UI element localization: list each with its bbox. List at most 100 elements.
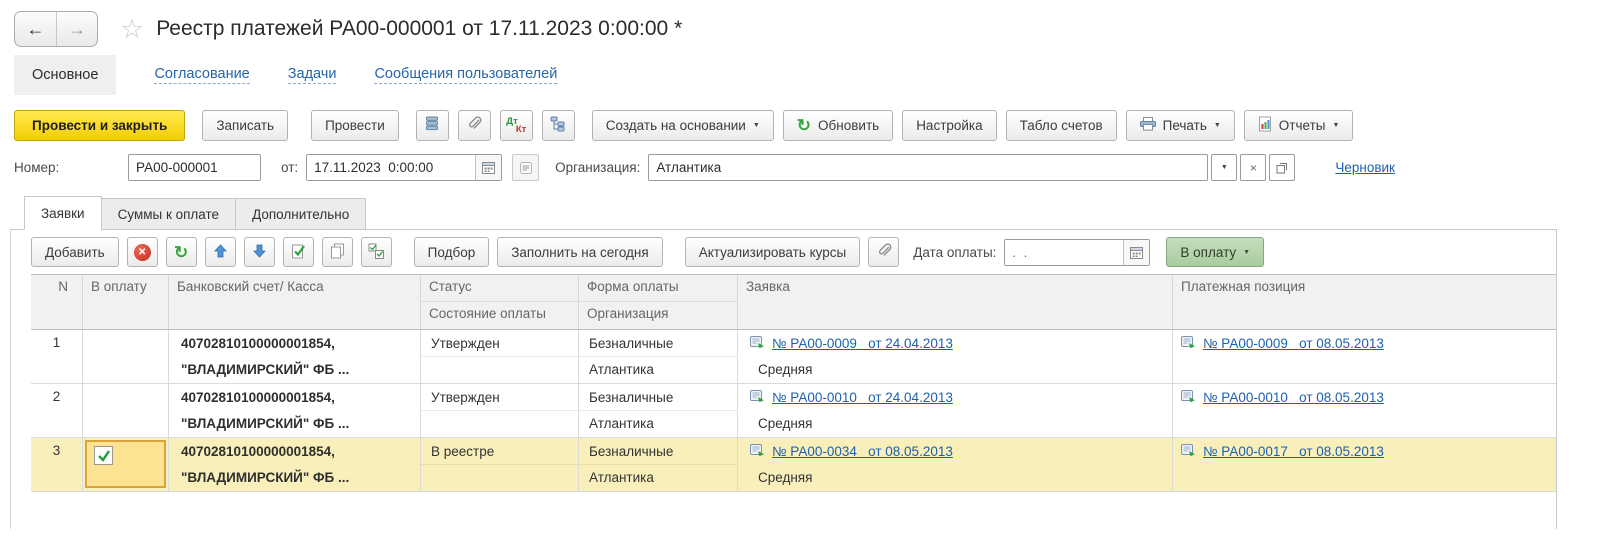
refresh-icon: ↻ [797, 117, 811, 134]
register-records-button[interactable] [416, 110, 449, 141]
request-link[interactable]: № РА00-0034 от 08.05.2013 [772, 444, 953, 459]
col-header-payment-state[interactable]: Состояние оплаты [421, 302, 579, 329]
add-button[interactable]: Добавить [31, 237, 119, 267]
back-icon[interactable]: ← [15, 12, 56, 46]
delete-icon: ✕ [134, 244, 151, 261]
move-up-button[interactable] [205, 237, 236, 267]
refresh-rows-button[interactable]: ↻ [166, 237, 197, 267]
organization-open-button[interactable] [1269, 154, 1295, 181]
table-row-selected[interactable]: 3 40702810100000001854, "ВЛАДИМИРСКИЙ" Ф… [31, 438, 1556, 492]
update-rates-button[interactable]: Актуализировать курсы [685, 237, 861, 267]
move-down-button[interactable] [244, 237, 275, 267]
draft-status-link[interactable]: Черновик [1335, 160, 1395, 175]
delete-rows-button[interactable]: ✕ [127, 237, 158, 267]
document-check-icon [291, 243, 306, 262]
tab-approval[interactable]: Согласование [154, 66, 249, 84]
attachments-button[interactable] [458, 110, 491, 141]
register-stack-icon [425, 116, 439, 135]
to-payment-cell[interactable] [83, 384, 169, 437]
tab-main[interactable]: Основное [14, 55, 116, 95]
organization-label: Организация: [555, 160, 640, 175]
to-payment-label: В оплату [1180, 245, 1236, 260]
fill-today-button[interactable]: Заполнить на сегодня [497, 237, 662, 267]
organization-field [648, 154, 1208, 181]
titlebar: ← → ☆ Реестр платежей РА00-000001 от 17.… [0, 0, 1600, 48]
refresh-icon: ↻ [174, 244, 188, 261]
payment-date-input[interactable] [1005, 240, 1123, 265]
calendar-icon[interactable] [1123, 240, 1149, 265]
calendar-icon[interactable] [475, 155, 501, 180]
payment-position-link[interactable]: № РА00-0010 от 08.05.2013 [1203, 390, 1384, 405]
favorite-star-icon[interactable]: ☆ [120, 16, 144, 43]
payment-position-link[interactable]: № РА00-0009 от 08.05.2013 [1203, 336, 1384, 351]
date-input[interactable] [307, 155, 475, 180]
reports-label: Отчеты [1279, 118, 1326, 133]
reports-button[interactable]: Отчеты ▼ [1244, 110, 1354, 141]
pick-button[interactable]: Подбор [414, 237, 490, 267]
col-header-bank-account[interactable]: Банковский счет/ Касса [169, 275, 421, 329]
to-payment-button[interactable]: В оплату ▼ [1166, 237, 1264, 267]
forward-icon[interactable]: → [56, 12, 97, 46]
request-link[interactable]: № РА00-0009 от 24.04.2013 [772, 336, 953, 351]
sub-tabs: Заявки Суммы к оплате Дополнительно [24, 196, 1600, 230]
tab-tasks[interactable]: Задачи [288, 66, 337, 84]
selected-cell[interactable] [85, 440, 166, 488]
create-based-on-button[interactable]: Создать на основании ▼ [592, 110, 774, 141]
col-header-organization[interactable]: Организация [579, 302, 738, 329]
post-button[interactable]: Провести [311, 110, 399, 141]
to-payment-checkbox[interactable] [94, 446, 113, 465]
linked-documents-button[interactable] [542, 110, 575, 141]
attach-button[interactable] [868, 237, 899, 267]
bank-account-cell: 40702810100000001854, "ВЛАДИМИРСКИЙ" ФБ … [169, 384, 421, 437]
refresh-button[interactable]: ↻ Обновить [783, 110, 893, 141]
row-number: 1 [31, 330, 83, 383]
organization-input[interactable] [649, 160, 1207, 175]
payment-position-link[interactable]: № РА00-0017 от 08.05.2013 [1203, 444, 1384, 459]
subtab-amounts[interactable]: Суммы к оплате [101, 198, 236, 230]
toggle-flags-button[interactable] [361, 237, 392, 267]
report-icon [1258, 116, 1272, 135]
table-row[interactable]: 1 40702810100000001854, "ВЛАДИМИРСКИЙ" Ф… [31, 330, 1556, 384]
col-header-n[interactable]: N [31, 275, 83, 329]
settings-button[interactable]: Настройка [902, 110, 996, 141]
request-cell: № РА00-0034 от 08.05.2013 Средняя [738, 438, 1173, 491]
set-flags-button[interactable] [283, 237, 314, 267]
request-cell: № РА00-0010 от 24.04.2013 Средняя [738, 384, 1173, 437]
postings-dtkt-button[interactable]: ДтКт [500, 110, 533, 141]
document-link-icon [750, 390, 765, 406]
col-header-payment-position[interactable]: Платежная позиция [1173, 275, 1556, 329]
to-payment-cell[interactable] [83, 438, 169, 491]
payment-position-cell: № РА00-0010 от 08.05.2013 [1173, 384, 1556, 437]
write-button[interactable]: Записать [202, 110, 288, 141]
organization-clear-button[interactable]: × [1240, 154, 1266, 181]
subtab-requests[interactable]: Заявки [24, 196, 102, 230]
table-row[interactable]: 2 40702810100000001854, "ВЛАДИМИРСКИЙ" Ф… [31, 384, 1556, 438]
table-toolbar: Добавить ✕ ↻ [11, 230, 1556, 274]
post-and-close-button[interactable]: Провести и закрыть [14, 110, 185, 141]
col-header-to-payment[interactable]: В оплату [83, 275, 169, 329]
to-payment-cell[interactable] [83, 330, 169, 383]
col-header-status[interactable]: Статус [421, 275, 579, 302]
structure-icon [550, 116, 566, 135]
comment-button[interactable] [512, 154, 539, 181]
main-toolbar: Провести и закрыть Записать Провести ДтК… [14, 110, 1600, 141]
chevron-down-icon: ▼ [1221, 164, 1228, 171]
tab-user-messages[interactable]: Сообщения пользователей [374, 66, 557, 84]
refresh-label: Обновить [818, 118, 879, 133]
status-cell: Утвержден [421, 384, 579, 437]
print-button[interactable]: Печать ▼ [1126, 110, 1235, 141]
accounts-board-button[interactable]: Табло счетов [1006, 110, 1117, 141]
col-header-payment-form[interactable]: Форма оплаты [579, 275, 738, 302]
arrow-up-icon [214, 244, 227, 261]
priority-label: Средняя [738, 411, 1172, 437]
number-input[interactable] [128, 154, 261, 181]
copy-button[interactable] [322, 237, 353, 267]
organization-dropdown-button[interactable]: ▼ [1211, 154, 1237, 181]
page-title: Реестр платежей РА00-000001 от 17.11.202… [156, 17, 682, 41]
subtab-additional[interactable]: Дополнительно [235, 198, 366, 230]
bank-account-cell: 40702810100000001854, "ВЛАДИМИРСКИЙ" ФБ … [169, 330, 421, 383]
col-header-request[interactable]: Заявка [738, 275, 1173, 329]
request-link[interactable]: № РА00-0010 от 24.04.2013 [772, 390, 953, 405]
arrow-down-icon [253, 244, 266, 261]
paperclip-icon [876, 243, 892, 262]
